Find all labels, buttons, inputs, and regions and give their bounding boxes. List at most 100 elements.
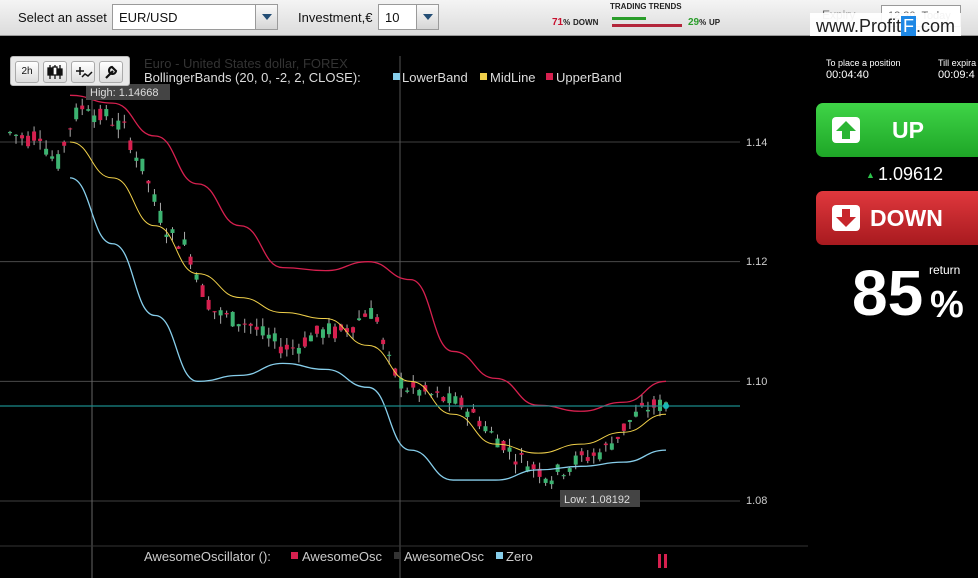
candle-body bbox=[140, 158, 145, 172]
chart-canvas[interactable]: Euro - United States dollar, FOREX Bolli… bbox=[0, 36, 808, 578]
asset-select-value: EUR/USD bbox=[119, 10, 178, 25]
candle-body bbox=[8, 131, 12, 134]
candle-body bbox=[86, 109, 91, 111]
lower-band-swatch bbox=[393, 73, 400, 80]
investment-select[interactable]: 10 bbox=[378, 4, 439, 30]
trend-down-bar bbox=[612, 24, 682, 27]
candle-body bbox=[363, 313, 368, 317]
till-expiry-label: Till expira bbox=[938, 58, 977, 68]
candle-body bbox=[38, 138, 43, 141]
upper-band-swatch bbox=[546, 73, 553, 80]
candle-body bbox=[206, 299, 211, 310]
midline-swatch bbox=[480, 73, 487, 80]
candle-body bbox=[573, 455, 578, 465]
period-button[interactable]: 2h bbox=[15, 61, 39, 83]
trading-trends: TRADING TRENDS 71% DOWN 29% UP bbox=[548, 0, 728, 34]
candle-body bbox=[14, 134, 19, 136]
candle-body bbox=[80, 105, 85, 110]
trend-down: 71% DOWN bbox=[552, 17, 599, 28]
till-expiry-timer: 00:09:4 bbox=[938, 69, 975, 81]
osc-label: AwesomeOscillator (): bbox=[144, 549, 271, 564]
candle-body bbox=[68, 128, 73, 130]
candle-body bbox=[435, 391, 440, 393]
asset-select[interactable]: EUR/USD bbox=[112, 4, 278, 30]
add-indicator-button[interactable] bbox=[71, 61, 95, 83]
chevron-down-icon[interactable] bbox=[255, 5, 277, 29]
candlestick-icon bbox=[47, 65, 63, 79]
candle-body bbox=[375, 317, 380, 322]
trade-panel: To place a position 00:04:40 Till expira… bbox=[808, 36, 978, 578]
candle-body bbox=[387, 354, 392, 356]
candle-body bbox=[278, 346, 283, 354]
y-tick-label: 1.14 bbox=[746, 137, 767, 149]
chart-title: Euro - United States dollar, FOREX bbox=[144, 56, 348, 71]
low-label: Low: 1.08192 bbox=[564, 494, 630, 506]
candle-body bbox=[411, 382, 416, 388]
candle-body bbox=[104, 109, 109, 117]
down-button-label: DOWN bbox=[870, 205, 943, 231]
candle-body bbox=[351, 327, 356, 333]
candle-body bbox=[549, 480, 554, 485]
legend-lower: LowerBand bbox=[402, 70, 468, 85]
trend-up-bar bbox=[612, 17, 646, 20]
candle-body bbox=[134, 157, 139, 161]
candle-body bbox=[224, 312, 229, 315]
candle-body bbox=[441, 397, 446, 402]
chevron-down-icon[interactable] bbox=[416, 5, 438, 29]
candle-body bbox=[320, 329, 325, 338]
candle-body bbox=[308, 335, 313, 342]
candle-body bbox=[26, 135, 31, 147]
y-tick-label: 1.12 bbox=[746, 256, 767, 268]
trends-title: TRADING TRENDS bbox=[610, 2, 682, 11]
osc-swatch-1 bbox=[291, 552, 298, 559]
candle-body bbox=[561, 475, 566, 477]
candle-body bbox=[236, 324, 241, 327]
lower-band-line bbox=[69, 177, 667, 481]
candle-body bbox=[585, 457, 590, 461]
osc-bar bbox=[658, 554, 661, 568]
wrench-icon bbox=[105, 65, 118, 79]
down-button[interactable]: DOWN bbox=[816, 191, 978, 245]
osc-legend-1: AwesomeOsc bbox=[302, 549, 382, 564]
candle-body bbox=[627, 420, 632, 422]
candle-body bbox=[248, 323, 253, 326]
candle-body bbox=[128, 140, 133, 150]
candle-body bbox=[381, 339, 386, 345]
candle-body bbox=[507, 447, 512, 452]
candle-body bbox=[477, 420, 482, 427]
up-button[interactable]: UP bbox=[816, 103, 978, 157]
candle-body bbox=[597, 452, 602, 460]
osc-swatch-3 bbox=[496, 552, 503, 559]
asset-label: Select an asset bbox=[18, 10, 107, 25]
candle-body bbox=[110, 124, 115, 126]
candle-body bbox=[182, 239, 187, 245]
trend-up: 29% UP bbox=[688, 17, 721, 28]
candle-body bbox=[369, 308, 374, 319]
candle-body bbox=[447, 393, 452, 404]
place-position-timer: 00:04:40 bbox=[826, 69, 869, 81]
indicator-label: BollingerBands (20, 0, -2, 2, CLOSE): bbox=[144, 70, 361, 85]
return-label: return bbox=[929, 263, 961, 277]
arrow-down-icon bbox=[832, 205, 860, 231]
return-percent-sign: % bbox=[930, 284, 964, 326]
investment-label: Investment,€ bbox=[298, 10, 373, 25]
candle-body bbox=[633, 411, 638, 417]
candle-body bbox=[615, 436, 620, 439]
candle-body bbox=[579, 451, 584, 456]
top-bar: Select an asset EUR/USD Investment,€ 10 … bbox=[0, 0, 978, 39]
candle-body bbox=[44, 148, 49, 155]
candle-body bbox=[326, 323, 331, 335]
price-chart[interactable]: Euro - United States dollar, FOREX Bolli… bbox=[0, 36, 808, 578]
osc-swatch-2 bbox=[394, 552, 401, 559]
candle-body bbox=[453, 396, 458, 404]
investment-select-value: 10 bbox=[385, 10, 400, 25]
candle-body bbox=[122, 121, 127, 123]
candle-body bbox=[164, 234, 169, 237]
add-indicator-icon bbox=[76, 67, 93, 78]
candle-body bbox=[519, 453, 524, 455]
candlestick-type-button[interactable] bbox=[43, 61, 67, 83]
candle-body bbox=[74, 107, 79, 120]
candle-body bbox=[62, 141, 67, 146]
settings-button[interactable] bbox=[99, 61, 123, 83]
up-button-label: UP bbox=[892, 117, 924, 143]
